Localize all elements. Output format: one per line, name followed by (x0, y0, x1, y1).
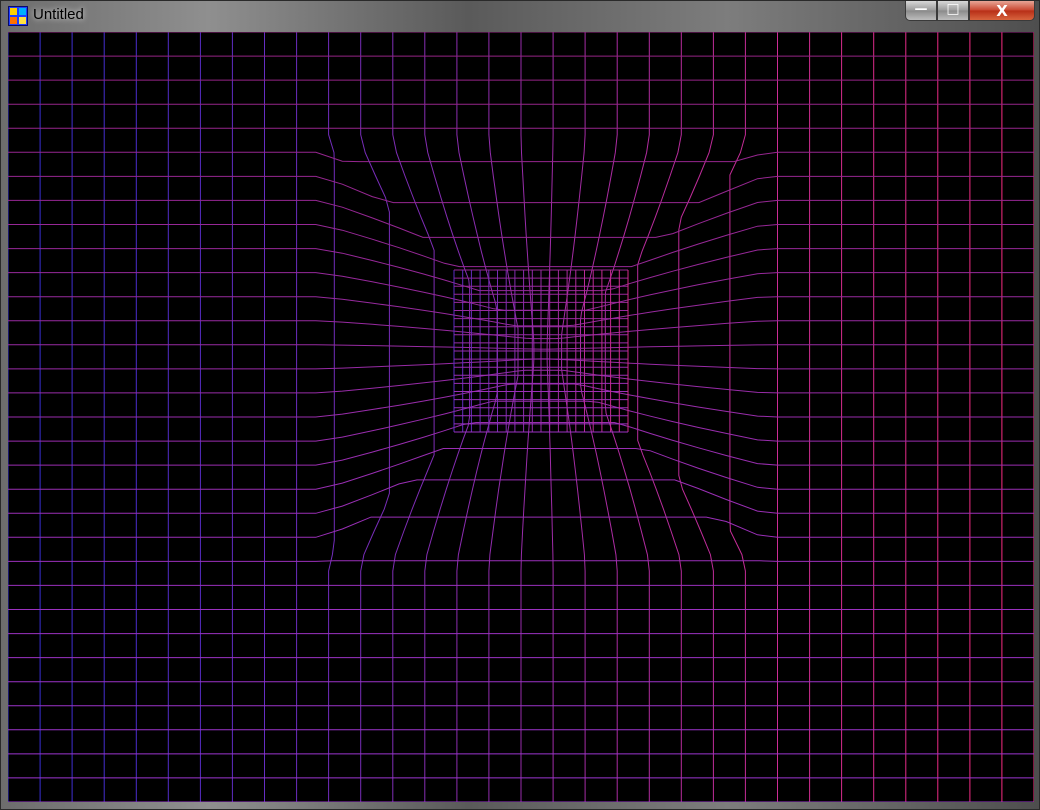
grid-row-line (8, 320, 1034, 340)
grid-row-line (8, 224, 1034, 268)
grid-row-line (8, 479, 1034, 514)
grid-row-line (8, 516, 1034, 538)
grid-column-line (678, 32, 714, 802)
grid-row-line (8, 383, 1034, 418)
grid-column-line (580, 32, 618, 802)
close-icon: X (996, 2, 1008, 20)
grid-row-line (8, 400, 1034, 442)
grid-column-line (328, 32, 335, 802)
grid-row-line (8, 422, 1034, 466)
maximize-button[interactable]: □ (937, 1, 969, 21)
app-window: Untitled — □ X (0, 0, 1040, 810)
grid-column-line (561, 32, 586, 802)
window-controls: — □ X (905, 1, 1035, 22)
minimize-button[interactable]: — (905, 1, 937, 21)
grid-row-line (8, 199, 1034, 238)
qb64-app-icon[interactable] (8, 6, 28, 26)
maximize-icon: □ (946, 1, 960, 17)
grid-column-line (637, 32, 682, 802)
grid-column-line (360, 32, 390, 802)
tunnel-grid (453, 269, 629, 433)
grid-row-line (8, 369, 1034, 394)
close-button[interactable]: X (969, 1, 1035, 21)
grid-lines (8, 32, 1034, 802)
warped-grid (8, 32, 1034, 802)
window-title: Untitled (33, 6, 84, 23)
grid-row-line (8, 296, 1034, 327)
grid-row-line (8, 344, 1034, 350)
grid-row-line (8, 448, 1034, 490)
render-canvas[interactable] (8, 32, 1034, 802)
title-bar[interactable]: Untitled — □ X (1, 1, 1040, 31)
minimize-icon: — (914, 2, 928, 17)
grid-row-line (8, 175, 1034, 204)
grid-row-line (8, 151, 1034, 163)
grid-column-line (604, 32, 650, 802)
grid-column-line (729, 32, 746, 802)
grid-column-line (488, 32, 519, 802)
grid-column-line (392, 32, 435, 802)
